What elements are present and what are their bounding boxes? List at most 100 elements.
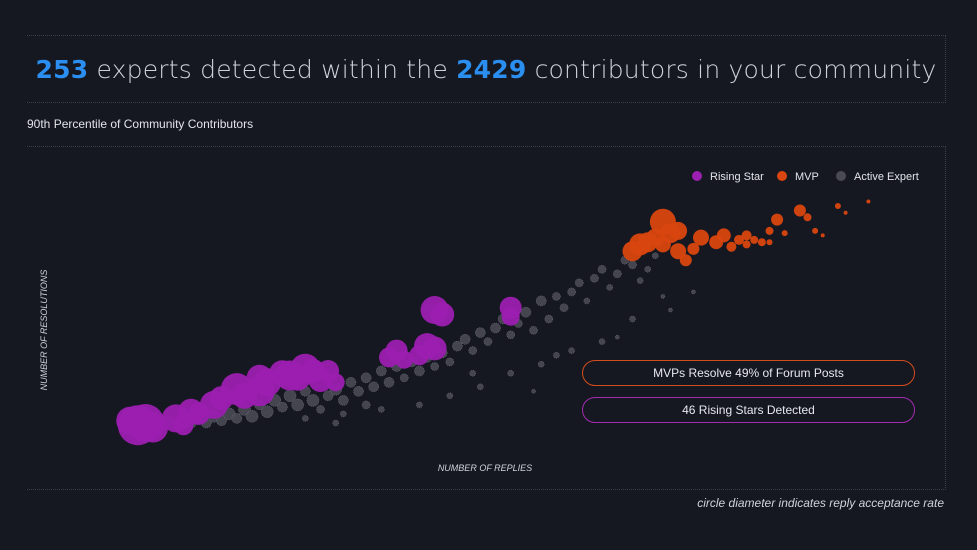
active-expert-point-42[interactable]: [468, 346, 478, 355]
y-axis-label: NUMBER OF RESOLUTIONS: [39, 270, 49, 391]
active-expert-point-20[interactable]: [306, 394, 320, 407]
active-expert-point-18[interactable]: [291, 398, 304, 412]
mvp-point-27[interactable]: [820, 233, 825, 238]
mvp-point-30[interactable]: [866, 199, 871, 204]
active-expert-point-66[interactable]: [651, 252, 659, 259]
mvp-point-28[interactable]: [834, 203, 841, 209]
active-expert-point-57[interactable]: [583, 297, 591, 305]
active-expert-point-35[interactable]: [414, 365, 425, 377]
active-expert-point-76[interactable]: [629, 315, 636, 323]
mvp-point-29[interactable]: [843, 210, 848, 215]
mvp-point-16[interactable]: [741, 230, 752, 241]
active-expert-point-79[interactable]: [332, 419, 340, 427]
active-expert-point-53[interactable]: [552, 292, 561, 301]
active-expert-point-16[interactable]: [277, 401, 288, 413]
mvp-point-7[interactable]: [654, 236, 671, 253]
active-expert-point-31[interactable]: [383, 376, 395, 388]
rising-star-point-28[interactable]: [422, 336, 447, 361]
active-expert-point-47[interactable]: [506, 330, 516, 340]
active-expert-point-44[interactable]: [483, 337, 493, 346]
mvp-point-20[interactable]: [766, 239, 773, 246]
rising-star-point-3[interactable]: [116, 406, 145, 435]
active-expert-point-64[interactable]: [636, 277, 644, 284]
rising-star-point-22[interactable]: [326, 373, 345, 392]
active-expert-point-50[interactable]: [529, 325, 538, 335]
active-expert-point-54[interactable]: [559, 303, 569, 313]
active-expert-point-74[interactable]: [568, 347, 575, 354]
active-expert-point-59[interactable]: [597, 264, 607, 274]
mvp-point-13[interactable]: [716, 228, 731, 243]
active-expert-point-49[interactable]: [520, 306, 532, 318]
active-expert-point-67[interactable]: [339, 410, 347, 418]
active-expert-point-84[interactable]: [614, 334, 620, 340]
active-expert-point-33[interactable]: [399, 373, 409, 383]
active-expert-point-55[interactable]: [567, 287, 576, 297]
active-expert-point-65[interactable]: [644, 265, 652, 273]
active-expert-point-82[interactable]: [668, 307, 673, 313]
active-expert-point-69[interactable]: [416, 401, 423, 409]
active-expert-point-73[interactable]: [537, 360, 545, 368]
active-expert-point-63[interactable]: [628, 260, 637, 270]
active-expert-point-78[interactable]: [301, 415, 309, 422]
rising-star-point-32[interactable]: [501, 307, 520, 326]
mvp-point-24[interactable]: [793, 204, 806, 217]
active-expert-point-29[interactable]: [368, 381, 380, 393]
chart-legend: Rising Star MVP Active Expert: [692, 171, 919, 183]
active-expert-point-72[interactable]: [507, 369, 515, 377]
legend-label-rising-star: Rising Star: [710, 171, 764, 183]
active-expert-point-70[interactable]: [446, 392, 454, 400]
active-expert-point-61[interactable]: [612, 269, 622, 279]
active-expert-point-24[interactable]: [337, 395, 349, 406]
active-expert-point-71[interactable]: [476, 383, 484, 391]
rising-star-callout: 46 Rising Stars Detected: [582, 397, 915, 423]
mvp-callout: MVPs Resolve 49% of Forum Posts: [582, 360, 915, 386]
mvp-point-23[interactable]: [781, 230, 788, 237]
active-expert-point-27[interactable]: [360, 372, 372, 384]
legend-marker-mvp: [777, 171, 787, 181]
mvp-point-18[interactable]: [750, 235, 759, 244]
active-expert-point-41[interactable]: [459, 333, 471, 345]
active-expert-point-77[interactable]: [660, 294, 666, 299]
scatter-chart: Rising Star MVP Active Expert NUMBER OF RE…: [39, 171, 919, 473]
legend-marker-active-expert: [836, 171, 846, 181]
mvp-point-22[interactable]: [771, 213, 784, 226]
mvp-point-11[interactable]: [693, 229, 709, 246]
active-expert-point-51[interactable]: [535, 295, 547, 307]
mvp-point-17[interactable]: [742, 240, 751, 249]
active-expert-point-26[interactable]: [353, 385, 364, 397]
active-expert-point-83[interactable]: [691, 289, 696, 295]
mvp-point-6[interactable]: [669, 221, 688, 240]
active-expert-point-37[interactable]: [430, 362, 439, 371]
mvp-point-19[interactable]: [757, 238, 766, 247]
x-axis-label: NUMBER OF REPLIES: [438, 463, 532, 473]
active-expert-point-85[interactable]: [531, 388, 536, 394]
active-expert-point-14[interactable]: [260, 405, 274, 419]
mvp-point-25[interactable]: [803, 213, 812, 222]
active-expert-point-52[interactable]: [544, 314, 554, 324]
active-expert-point-68[interactable]: [377, 406, 385, 413]
active-expert-point-43[interactable]: [474, 327, 486, 338]
active-expert-point-60[interactable]: [606, 284, 614, 291]
active-expert-point-25[interactable]: [345, 376, 357, 388]
active-expert-point-45[interactable]: [490, 322, 501, 334]
active-expert-point-10[interactable]: [231, 413, 243, 424]
mvp-point-26[interactable]: [812, 227, 819, 234]
active-expert-point-28[interactable]: [361, 400, 371, 410]
active-expert-point-21[interactable]: [316, 405, 325, 414]
rising-star-point-30[interactable]: [430, 302, 455, 327]
active-expert-point-58[interactable]: [590, 273, 599, 283]
active-expert-point-56[interactable]: [574, 278, 584, 288]
active-expert-point-39[interactable]: [445, 357, 455, 367]
size-footnote: circle diameter indicates reply acceptan…: [697, 496, 944, 510]
mvp-point-14[interactable]: [726, 241, 737, 252]
mvp-point-21[interactable]: [765, 226, 774, 235]
active-expert-point-30[interactable]: [375, 365, 387, 377]
legend-label-mvp: MVP: [795, 171, 819, 183]
active-expert-point-40[interactable]: [452, 340, 463, 352]
mvp-point-9[interactable]: [679, 254, 692, 267]
active-expert-point-80[interactable]: [469, 369, 477, 377]
active-expert-point-75[interactable]: [598, 338, 606, 345]
active-expert-point-81[interactable]: [553, 351, 560, 359]
active-expert-point-12[interactable]: [245, 409, 259, 423]
legend-marker-rising-star: [692, 171, 702, 181]
